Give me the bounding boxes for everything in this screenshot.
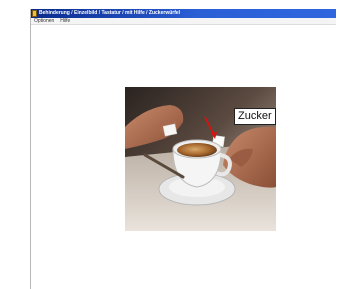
- coffee: [177, 143, 217, 157]
- app-icon: [32, 10, 37, 17]
- menu-hilfe[interactable]: Hilfe: [60, 18, 70, 25]
- sugar-cube-left: [162, 123, 178, 137]
- coffee-sugar-photo: Zucker: [125, 87, 276, 231]
- menu-bar: Optionen Hilfe: [31, 18, 336, 25]
- menu-optionen[interactable]: Optionen: [34, 18, 54, 25]
- zucker-label: Zucker: [234, 108, 276, 125]
- title-bar: Behinderung / Einzelbild / Tastatur / mi…: [31, 9, 336, 18]
